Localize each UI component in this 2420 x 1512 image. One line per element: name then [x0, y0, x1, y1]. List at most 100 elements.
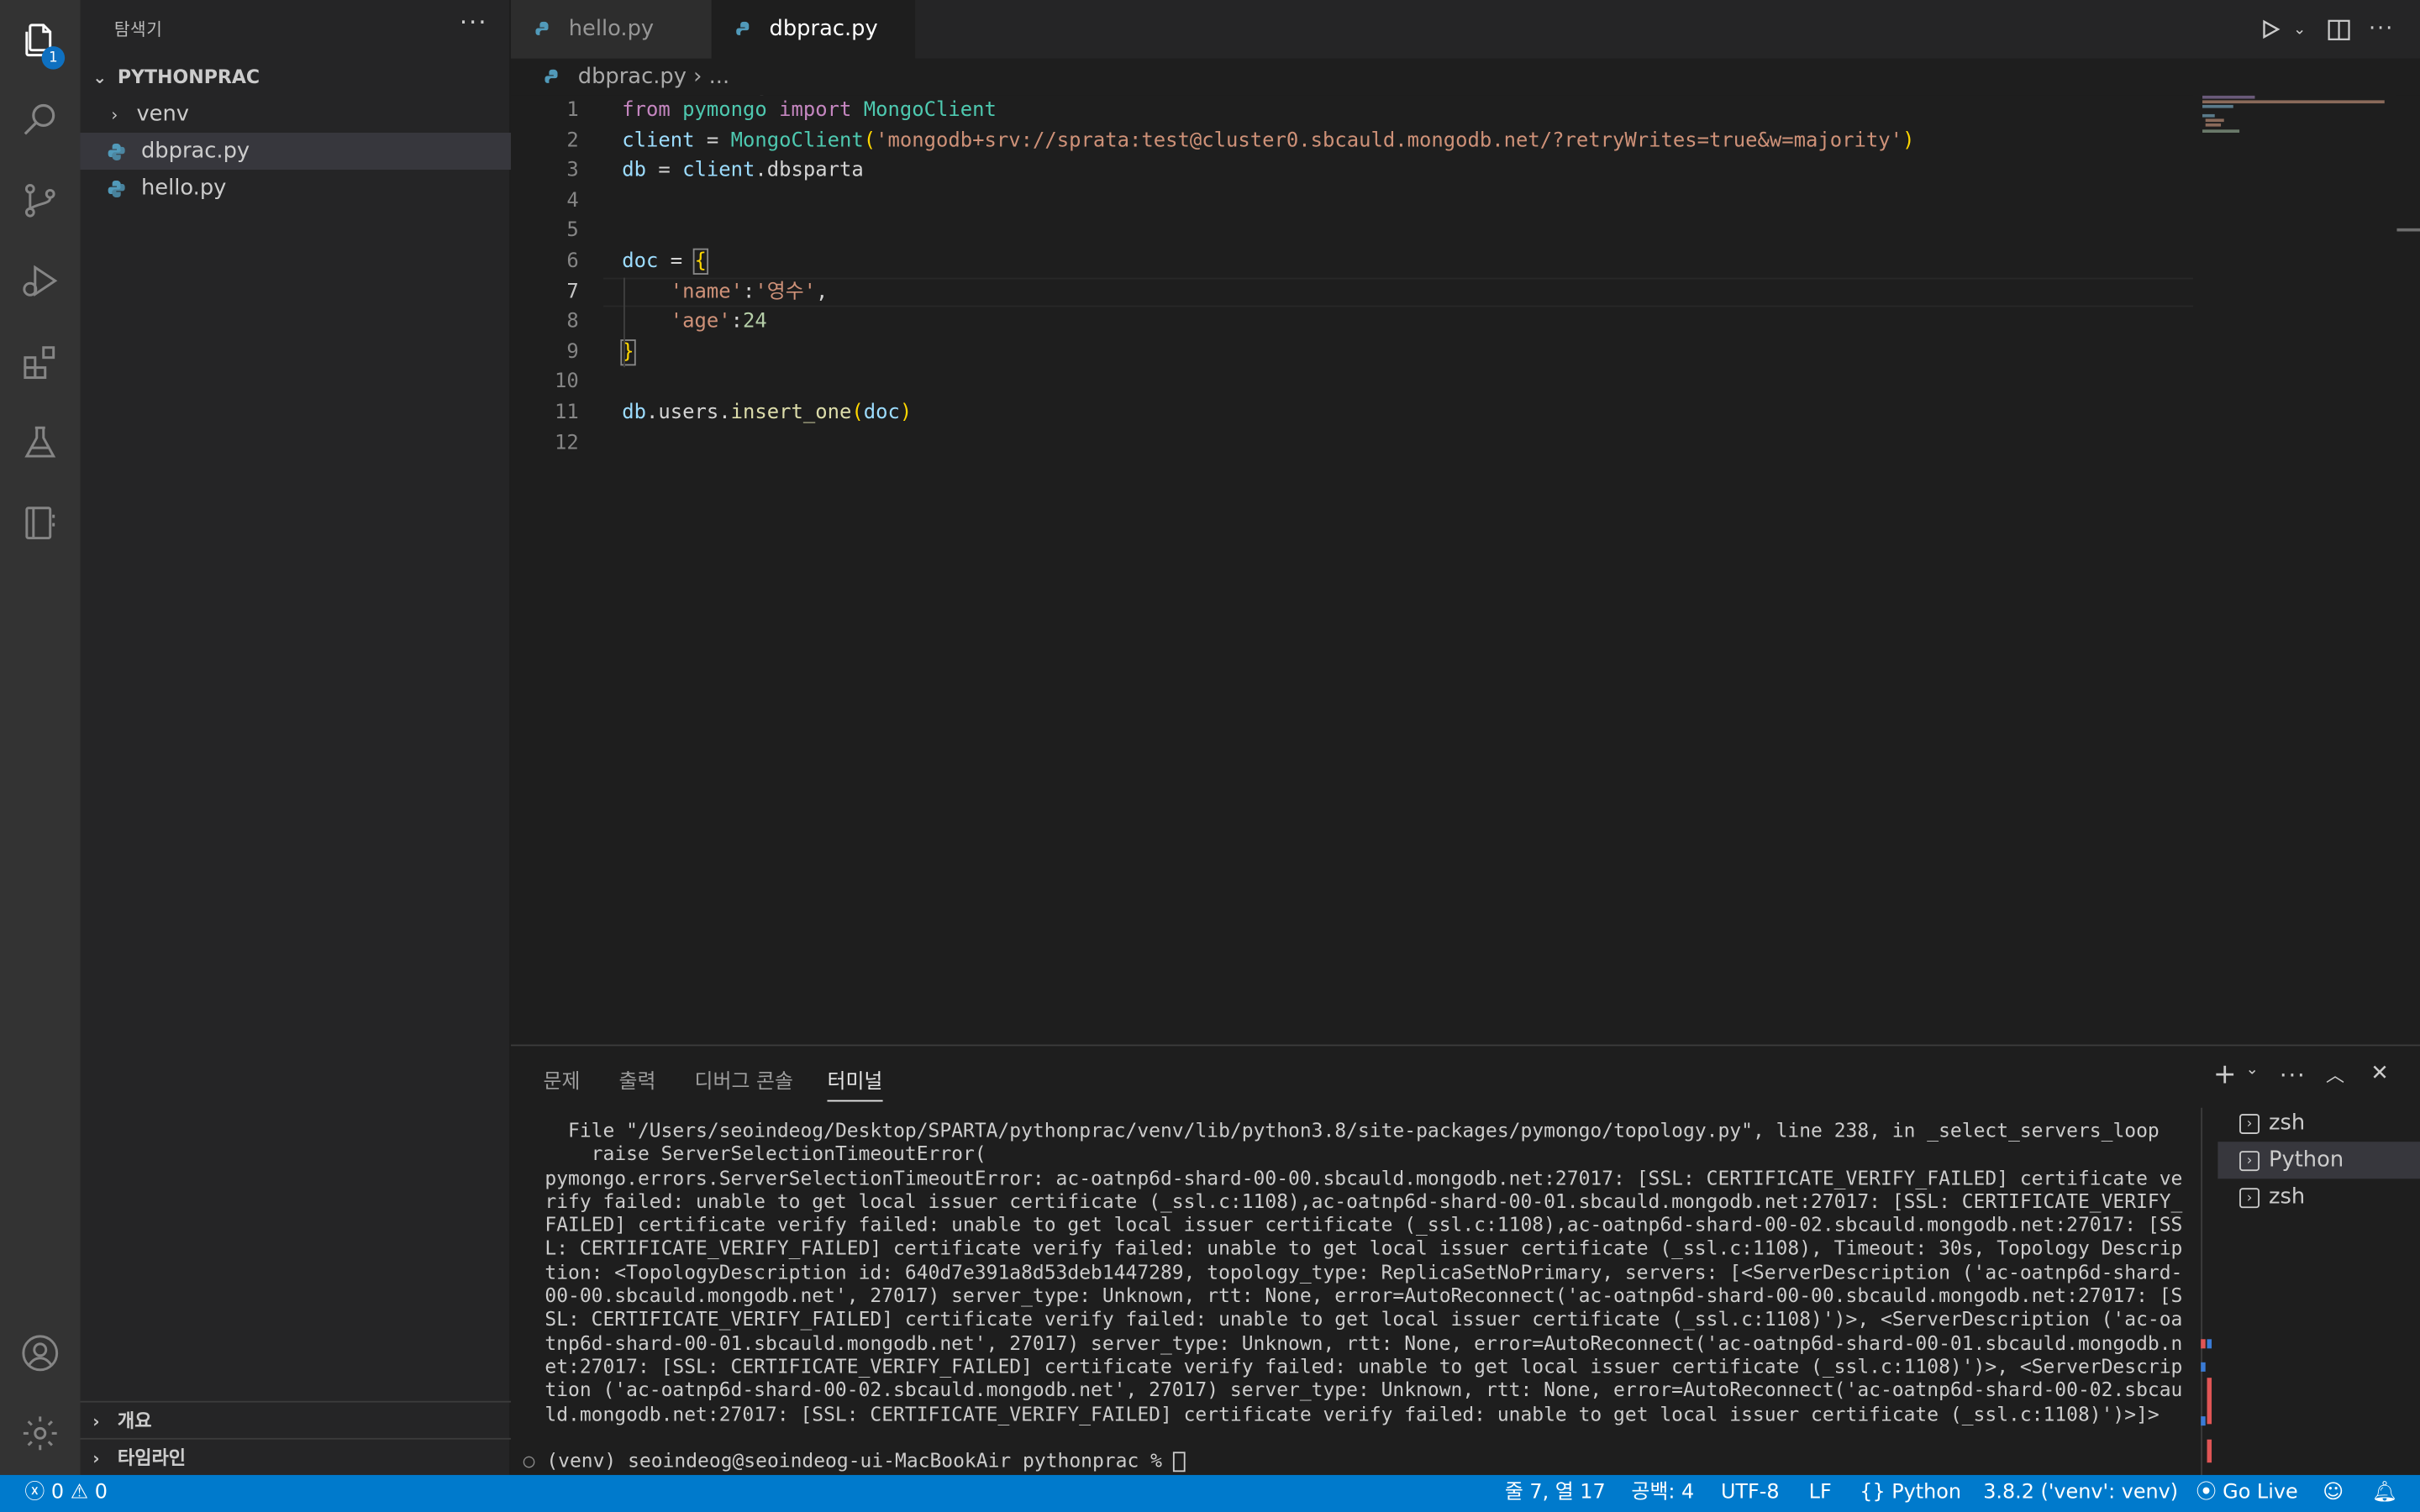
- feedback-icon[interactable]: ☺: [2323, 1475, 2344, 1512]
- tree-item-label: dbprac.py: [140, 139, 250, 164]
- terminal-icon: ›: [2239, 1187, 2260, 1208]
- run-dropdown-chevron-icon[interactable]: ⌄: [2283, 13, 2317, 46]
- line-number: 6: [566, 249, 579, 274]
- code-line-11: db.users.insert_one(doc): [622, 401, 913, 425]
- project-folder-header[interactable]: ⌄ PYTHONPRAC: [81, 59, 523, 96]
- editor-scrollbar[interactable]: [2396, 95, 2420, 1043]
- tree-item-hello[interactable]: hello.py: [81, 170, 539, 207]
- explorer-title: 탐색기: [113, 19, 163, 40]
- line-number: 11: [555, 401, 579, 425]
- code-line-2: client = MongoClient('mongodb+srv://spra…: [622, 129, 1915, 153]
- panel-tab-problems[interactable]: 문제: [544, 1064, 581, 1095]
- editor-tab-bar: hello.py dbprac.py ⌄ ···: [510, 0, 2420, 95]
- minimap[interactable]: [2193, 95, 2396, 1043]
- extensions-icon[interactable]: [0, 326, 81, 400]
- panel-more-icon[interactable]: ···: [2280, 1062, 2307, 1089]
- explorer-icon[interactable]: 1: [0, 3, 81, 77]
- editor-more-icon[interactable]: ···: [2365, 13, 2398, 46]
- breadcrumb-rest[interactable]: ...: [709, 65, 730, 89]
- new-terminal-plus-icon[interactable]: +: [2213, 1058, 2237, 1091]
- testing-flask-icon[interactable]: [0, 406, 81, 480]
- warning-icon: ⚠: [70, 1481, 89, 1504]
- search-icon[interactable]: [0, 81, 81, 155]
- code-line-8: 'age':24: [670, 310, 767, 334]
- breadcrumb-file[interactable]: dbprac.py: [578, 65, 687, 89]
- terminal-scroll-markers: [2201, 1331, 2216, 1470]
- line-number: 10: [555, 370, 579, 395]
- account-icon[interactable]: [0, 1316, 81, 1390]
- notifications-bell-icon[interactable]: 🔔︎: [2372, 1475, 2397, 1512]
- chevron-right-icon: ›: [92, 1411, 100, 1432]
- panel-tab-output[interactable]: 출력: [619, 1064, 656, 1095]
- python-file-icon: [535, 20, 549, 34]
- close-panel-icon[interactable]: ✕: [2370, 1062, 2389, 1086]
- tree-item-label: hello.py: [140, 176, 227, 201]
- breadcrumb: dbprac.py › ...: [510, 58, 2420, 96]
- terminal-prompt: (venv) seoindeog@seoindeog-ui-MacBookAir…: [546, 1448, 1174, 1473]
- notebook-icon[interactable]: [0, 486, 81, 560]
- code-line-1: from pymongo import MongoClient: [622, 98, 997, 123]
- terminal-cursor: [1173, 1452, 1186, 1473]
- tree-item-venv[interactable]: › venv: [81, 96, 542, 133]
- timeline-section[interactable]: › 타임라인: [80, 1437, 523, 1477]
- terminal-list-item-python[interactable]: › Python: [2217, 1142, 2420, 1179]
- tree-item-dbprac[interactable]: dbprac.py: [80, 132, 539, 171]
- line-number: 3: [566, 159, 579, 183]
- code-line-3: db = client.dbsparta: [622, 159, 864, 183]
- python-interpreter[interactable]: 3.8.2 ('venv': venv): [1983, 1475, 2178, 1512]
- python-file-icon: [108, 179, 125, 197]
- tab-hello-py[interactable]: hello.py: [510, 0, 712, 59]
- tab-label: dbprac.py: [769, 17, 878, 42]
- maximize-panel-chevron-up-icon[interactable]: ︿: [2326, 1062, 2344, 1088]
- terminal-list-item-zsh-1[interactable]: › zsh: [2217, 1105, 2420, 1142]
- end-of-line[interactable]: LF: [1809, 1475, 1832, 1512]
- explorer-badge: 1: [41, 46, 66, 70]
- run-debug-icon[interactable]: [0, 244, 81, 318]
- line-number: 1: [566, 98, 579, 123]
- encoding[interactable]: UTF-8: [1721, 1475, 1780, 1512]
- python-file-icon: [736, 20, 750, 34]
- terminal-dropdown-chevron-icon[interactable]: ⌄: [2245, 1062, 2258, 1079]
- indentation[interactable]: 공백: 4: [1631, 1475, 1694, 1512]
- line-number: 8: [566, 310, 579, 334]
- line-number: 4: [566, 189, 579, 213]
- status-bar: ⓧ 0 ⚠ 0 줄 7, 열 17 공백: 4 UTF-8 LF {} Pyth…: [0, 1474, 2420, 1512]
- line-number: 9: [566, 340, 579, 365]
- terminal-icon: ›: [2239, 1113, 2260, 1134]
- line-number: 12: [555, 431, 579, 455]
- panel-tab-terminal[interactable]: 터미널: [827, 1064, 883, 1102]
- line-number: 2: [566, 129, 579, 153]
- more-actions-icon[interactable]: ···: [460, 8, 488, 37]
- current-line-highlight: [603, 276, 2193, 307]
- tree-item-label: venv: [136, 102, 190, 127]
- timeline-label: 타임라인: [117, 1446, 187, 1469]
- indent-guide: [623, 277, 625, 368]
- outline-section[interactable]: › 개요: [80, 1400, 523, 1440]
- chevron-right-icon: ›: [92, 1448, 100, 1469]
- tab-dbprac-py[interactable]: dbprac.py: [711, 0, 916, 95]
- split-editor-icon[interactable]: [2321, 13, 2354, 46]
- activity-bar: 1: [0, 0, 81, 1475]
- breadcrumb-separator-icon: ›: [693, 65, 709, 90]
- gear-icon[interactable]: [0, 1396, 81, 1470]
- problems-indicator[interactable]: ⓧ 0 ⚠ 0: [24, 1475, 108, 1512]
- code-line-7: 'name':'영수',: [670, 280, 829, 304]
- line-number: 5: [566, 219, 579, 244]
- go-live-button[interactable]: ⦿ Go Live: [2196, 1475, 2298, 1512]
- explorer-sidebar: 탐색기 ··· ⌄ PYTHONPRAC › venv dbprac.py he…: [80, 0, 539, 1475]
- language-mode[interactable]: {} Python: [1860, 1475, 1961, 1512]
- terminal-output[interactable]: File "/Users/seoindeog/Desktop/SPARTA/py…: [544, 1119, 2184, 1425]
- terminal-text: File "/Users/seoindeog/Desktop/SPARTA/py…: [544, 1118, 2183, 1425]
- code-editor[interactable]: 1 2 3 4 5 6 7 8 9 10 11 12 from pymongo import Mong…: [510, 95, 2193, 1043]
- panel-tab-debug-console[interactable]: 디버그 콘솔: [695, 1064, 793, 1095]
- python-file-icon: [108, 142, 125, 160]
- terminal-prompt-line[interactable]: ○ (venv) seoindeog@seoindeog-ui-MacBookA…: [523, 1449, 1186, 1473]
- source-control-icon[interactable]: [0, 164, 81, 238]
- project-name: PYTHONPRAC: [117, 66, 260, 88]
- terminal-list-item-zsh-2[interactable]: › zsh: [2217, 1179, 2420, 1215]
- broadcast-icon: ⦿: [2196, 1481, 2217, 1504]
- terminal-icon: ›: [2239, 1150, 2260, 1171]
- code-line-6: doc = {: [622, 248, 708, 275]
- chevron-down-icon: ⌄: [92, 67, 108, 88]
- cursor-position[interactable]: 줄 7, 열 17: [1505, 1475, 1606, 1512]
